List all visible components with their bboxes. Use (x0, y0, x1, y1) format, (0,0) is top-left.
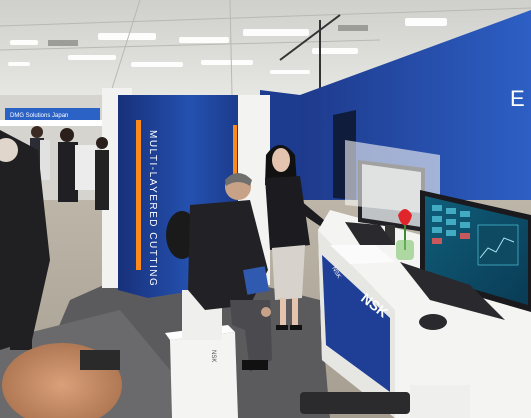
bottom-device (300, 392, 410, 414)
bottom-white-box (410, 385, 470, 418)
back-banner-text: DMG Solutions Japan (10, 113, 68, 119)
cube-logo: NSK (210, 350, 216, 362)
computer-mouse (419, 314, 447, 330)
booth-photo: DMG Solutions Japan E MULTI-LAYERED CUTT… (0, 0, 531, 418)
dark-object-bottom-left (80, 350, 120, 370)
wall-letter: E (510, 86, 525, 111)
pillar-text: MULTI-LAYERED CUTTING (147, 130, 158, 287)
